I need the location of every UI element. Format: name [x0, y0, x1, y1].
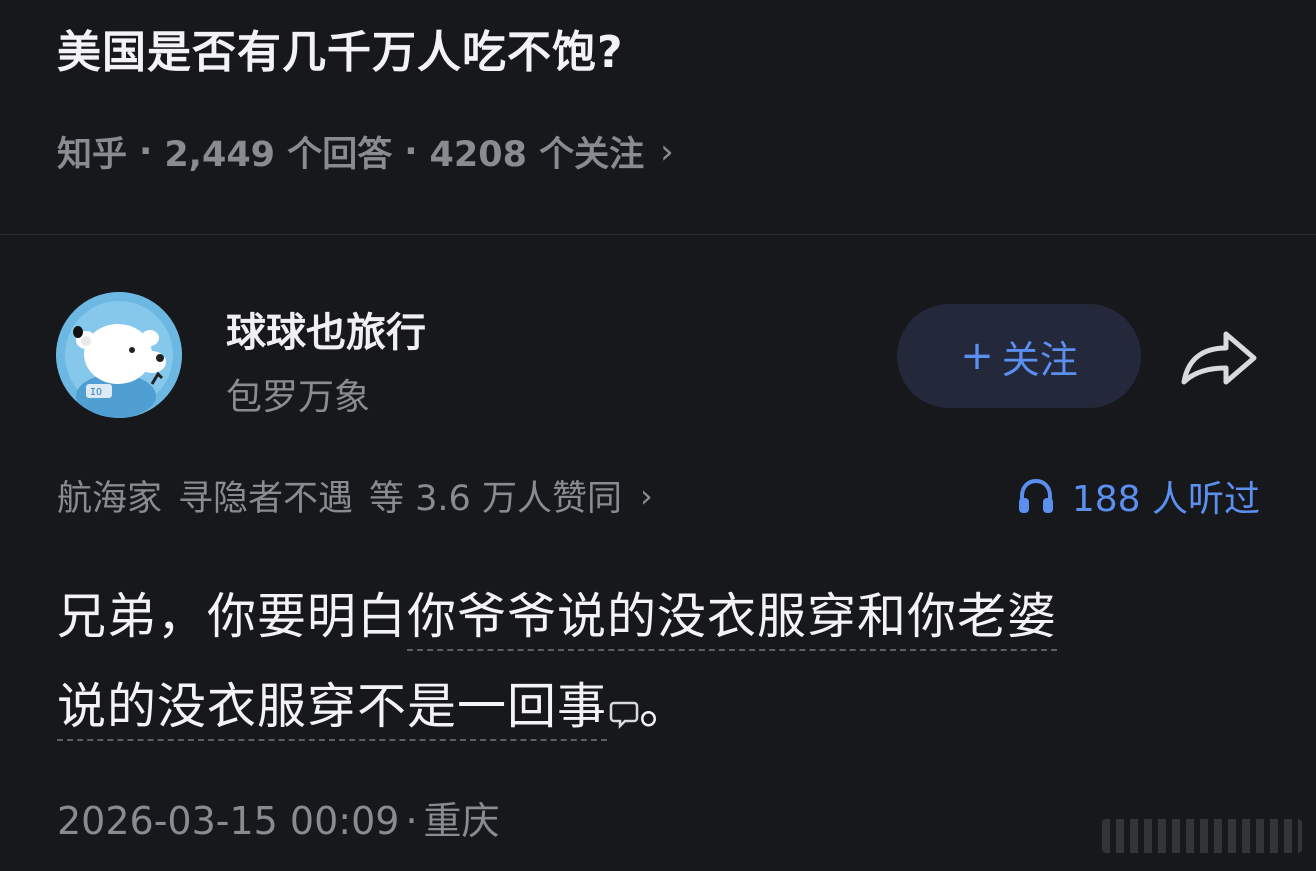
polar-bear-avatar-icon: IO [56, 292, 182, 418]
chevron-right-icon: › [660, 131, 674, 172]
meta-separator: · [404, 131, 418, 172]
answer-footer: 2026-03-15 00:09 · 重庆 [57, 790, 500, 845]
listen-button[interactable]: 188 人听过 [1016, 470, 1260, 522]
answer-text: 。 [639, 678, 690, 735]
upvote-summary[interactable]: 航海家 寻隐者不遇 等 3.6 万人赞同 › [57, 470, 653, 521]
comment-bubble-icon[interactable] [609, 699, 639, 729]
avatar[interactable]: IO [56, 292, 182, 418]
follow-button[interactable]: + 关注 [897, 304, 1141, 408]
watermark [1102, 819, 1302, 853]
author-name[interactable]: 球球也旅行 [226, 300, 426, 358]
plus-icon: + [960, 333, 994, 379]
followers-count: 4208 个关注 [429, 135, 645, 175]
voter-name: 寻隐者不遇 [178, 479, 354, 519]
follow-label: 关注 [1001, 337, 1078, 382]
answer-highlight[interactable]: 你爷爷说的没衣服穿和你老婆 [407, 588, 1058, 651]
share-button[interactable] [1178, 322, 1260, 392]
headphones-icon [1018, 478, 1053, 513]
answer-highlight[interactable]: 说的没衣服穿不是一回事 [57, 678, 608, 741]
question-meta[interactable]: 知乎 · 2,449 个回答 · 4208 个关注 › [57, 126, 674, 177]
answer-body: 兄弟，你要明白你爷爷说的没衣服穿和你老婆说的没衣服穿不是一回事 。 [57, 572, 1257, 752]
meta-separator: · [139, 131, 153, 172]
voter-name: 航海家 [57, 479, 163, 519]
answer-text: 兄弟，你要明白 [57, 588, 408, 645]
footer-separator: · [405, 799, 418, 843]
answers-count: 2,449 个回答 [164, 135, 393, 175]
source-label: 知乎 [57, 135, 128, 175]
question-title[interactable]: 美国是否有几千万人吃不饱? [57, 27, 624, 79]
divider [0, 234, 1316, 235]
post-datetime: 2026-03-15 00:09 [57, 799, 400, 843]
listen-count: 188 人听过 [1071, 479, 1260, 520]
author-bio: 包罗万象 [226, 377, 371, 418]
share-arrow-icon [1181, 331, 1257, 385]
svg-text:IO: IO [90, 387, 102, 398]
post-location: 重庆 [423, 799, 500, 843]
answer-page: 美国是否有几千万人吃不饱? 知乎 · 2,449 个回答 · 4208 个关注 … [0, 0, 1316, 871]
chevron-right-icon: › [639, 476, 653, 515]
upvote-count: 等 3.6 万人赞同 [369, 479, 622, 519]
